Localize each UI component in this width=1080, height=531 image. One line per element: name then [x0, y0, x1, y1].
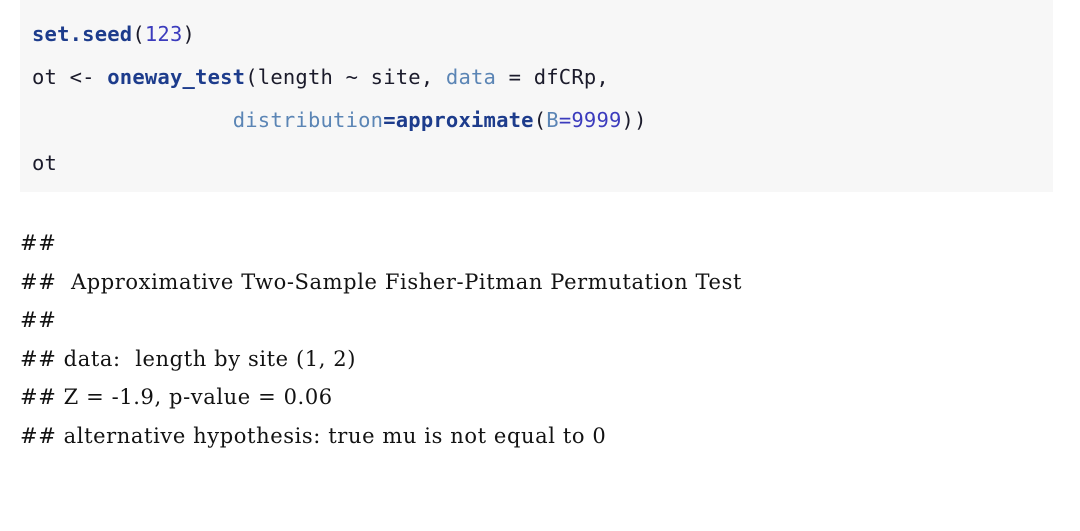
output-line-test-title: ## Approximative Two-Sample Fisher-Pitma…: [20, 269, 742, 294]
argument-token-data: data: [445, 65, 497, 89]
argument-token-b: B: [546, 108, 559, 132]
paren-token: (: [132, 22, 145, 46]
variable-token-ot: ot: [32, 151, 58, 175]
formula-token: (length ~ site,: [245, 65, 446, 89]
function-token-approximate: approximate: [395, 108, 534, 132]
equals-token: =: [383, 108, 396, 132]
paren-token: ): [182, 22, 196, 46]
code-line-2: ot <- oneway_test(length ~ site, data = …: [32, 56, 1053, 99]
number-token-b: 9999: [571, 108, 622, 132]
console-output-block: ## ## Approximative Two-Sample Fisher-Pi…: [20, 224, 1060, 455]
code-line-4: ot: [32, 142, 1053, 185]
code-line-1: set.seed(123): [32, 13, 1053, 56]
output-line: ##: [20, 231, 57, 255]
output-line-statistic: ## Z = -1.9, p-value = 0.06: [20, 385, 333, 409]
output-line: ##: [20, 308, 57, 332]
equals-token: =: [558, 108, 572, 132]
assignment-prefix: ot <-: [32, 65, 108, 89]
paren-token: (: [533, 108, 547, 132]
output-line-alternative: ## alternative hypothesis: true mu is no…: [20, 423, 607, 448]
function-token-set-seed: set.seed: [32, 22, 133, 46]
code-line-3: distribution=approximate(B=9999)): [32, 99, 1053, 142]
paren-token: )): [621, 108, 647, 132]
rmarkdown-code-output-page: set.seed(123) ot <- oneway_test(length ~…: [0, 0, 1080, 531]
function-token-oneway-test: oneway_test: [107, 65, 246, 89]
r-code-chunk[interactable]: set.seed(123) ot <- oneway_test(length ~…: [20, 0, 1053, 192]
argument-token-distribution: distribution: [232, 108, 384, 132]
number-token-seed: 123: [144, 22, 183, 46]
dataframe-token: = dfCRp,: [496, 65, 609, 89]
output-line-data: ## data: length by site (1, 2): [20, 346, 357, 371]
